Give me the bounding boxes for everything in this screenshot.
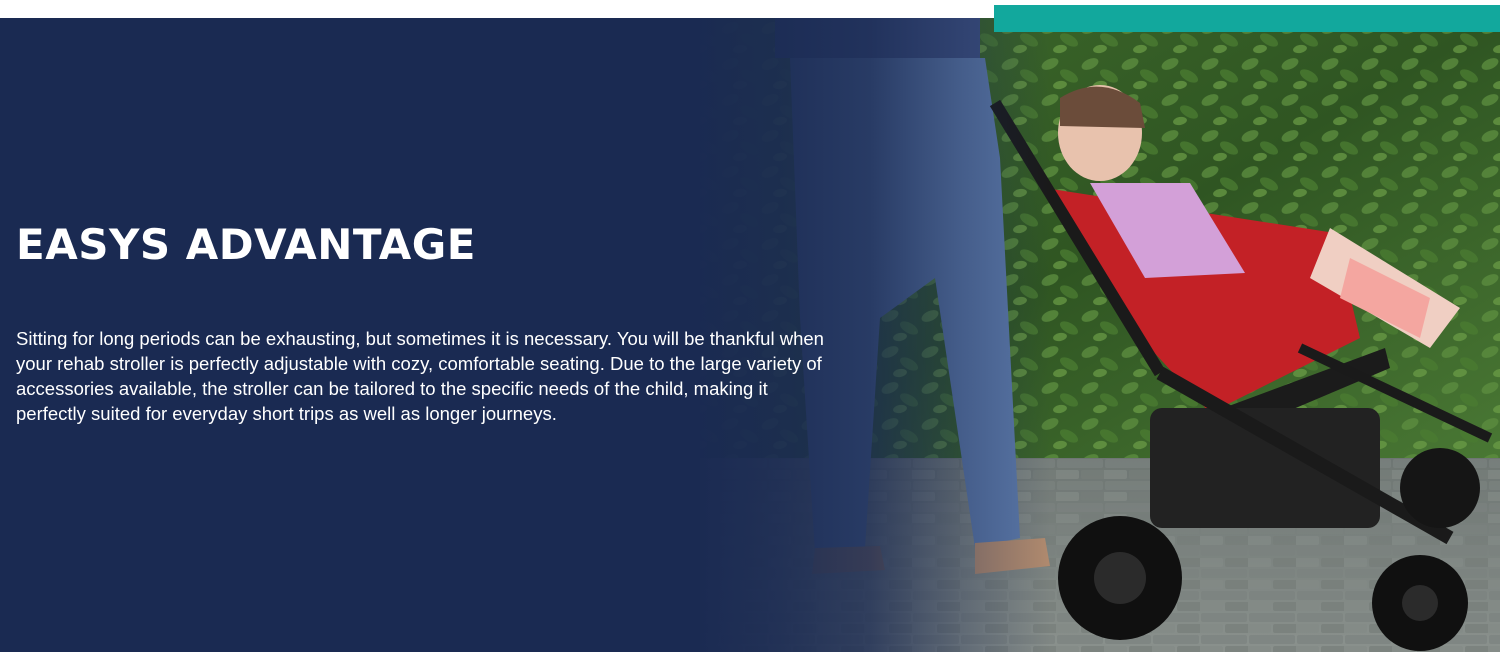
teal-accent-bar bbox=[994, 5, 1500, 32]
hero-description: Sitting for long periods can be exhausti… bbox=[16, 328, 824, 424]
hero-banner: EASYS ADVANTAGE Sitting for long periods… bbox=[0, 18, 1500, 652]
page: EASYS ADVANTAGE Sitting for long periods… bbox=[0, 0, 1500, 652]
hero-title: EASYS ADVANTAGE bbox=[16, 220, 476, 269]
